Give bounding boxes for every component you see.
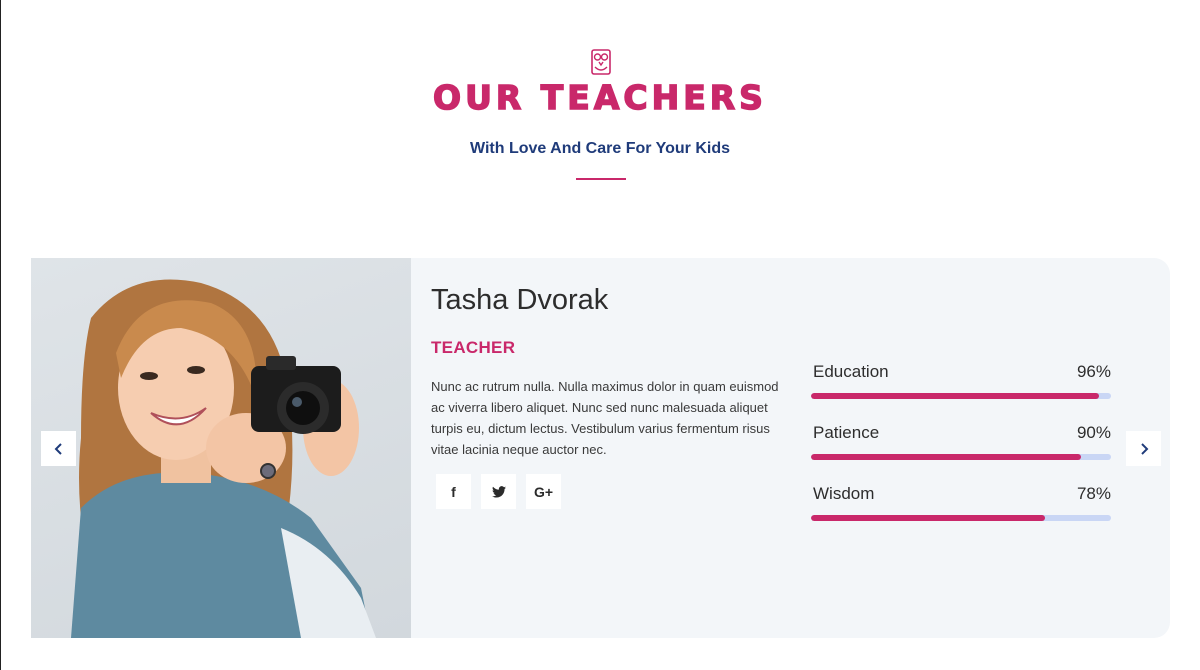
section-subtitle: With Love And Care For Your Kids [469, 140, 731, 157]
skill-value: 78% [1076, 484, 1111, 503]
chevron-right-icon [1140, 442, 1148, 455]
skill-track [811, 393, 1111, 399]
google-plus-icon: G+ [533, 483, 554, 500]
skill-fill [811, 454, 1081, 460]
skill-label: Patience [813, 423, 880, 442]
skill-label: Wisdom [813, 484, 875, 503]
facebook-button[interactable]: f [436, 474, 471, 509]
skill-track [811, 515, 1111, 521]
skill-fill [811, 393, 1099, 399]
google-plus-button[interactable]: G+ [526, 474, 561, 509]
teacher-role: TEACHER [431, 338, 516, 357]
title-divider [576, 178, 626, 180]
twitter-button[interactable] [481, 474, 516, 509]
twitter-icon [491, 485, 506, 498]
skill-track [811, 454, 1111, 460]
skill-label: Education [813, 362, 889, 381]
skill-value: 96% [1076, 362, 1111, 381]
carousel-prev-button[interactable] [41, 431, 76, 466]
carousel-next-button[interactable] [1126, 431, 1161, 466]
owl-icon [591, 49, 611, 75]
teacher-photo [31, 258, 411, 638]
facebook-icon: f [451, 483, 456, 500]
chevron-left-icon [54, 442, 62, 455]
section-title: OUR TEACHERS [432, 77, 767, 118]
skill-fill [811, 515, 1045, 521]
teacher-bio: Nunc ac rutrum nulla. Nulla maximus dolo… [431, 379, 779, 457]
skill-value: 90% [1076, 423, 1111, 442]
teacher-name: Tasha Dvorak [431, 284, 609, 316]
